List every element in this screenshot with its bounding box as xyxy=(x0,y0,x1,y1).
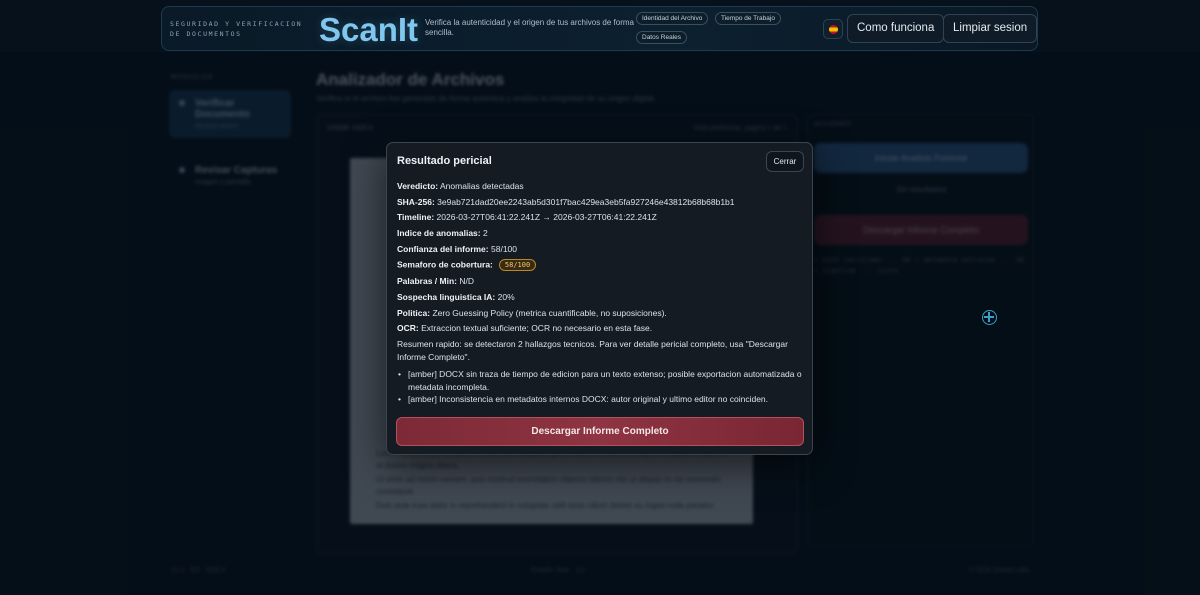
chip-work-time[interactable]: Tiempo de Trabajo xyxy=(715,12,781,25)
field-verdict: Veredicto: Anomalias detectadas xyxy=(397,181,805,191)
field-ai-suspicion: Sospecha linguistica IA: 20% xyxy=(397,292,805,302)
field-value: Anomalias detectadas xyxy=(440,181,524,191)
field-report-confidence: Confianza del informe: 58/100 xyxy=(397,244,805,254)
field-label: Veredicto: xyxy=(397,181,439,191)
how-it-works-button[interactable]: Como funciona xyxy=(847,14,945,43)
app-logo[interactable]: ScanIt xyxy=(319,11,418,49)
crosshair-icon[interactable] xyxy=(982,310,997,325)
field-timeline: Timeline: 2026-03-27T06:41:22.241Z → 202… xyxy=(397,212,805,222)
field-label: OCR: xyxy=(397,323,419,333)
field-label: Semaforo de cobertura: xyxy=(397,259,493,270)
language-flag-button[interactable] xyxy=(823,19,843,39)
field-anomaly-index: Indice de anomalias: 2 xyxy=(397,228,805,238)
summary-text: Resumen rapido: se detectaron 2 hallazgo… xyxy=(397,339,788,362)
field-policy: Politica: Zero Guessing Policy (metrica … xyxy=(397,308,805,318)
field-value: Zero Guessing Policy (metrica cuantifica… xyxy=(432,308,667,318)
field-value: 20% xyxy=(497,292,515,302)
app-header: SEGURIDAD Y VERIFICACION DE DOCUMENTOS S… xyxy=(161,6,1038,51)
modal-title: Resultado pericial xyxy=(397,155,492,167)
field-label: Palabras / Min: xyxy=(397,276,457,286)
field-words-per-minute: Palabras / Min: N/D xyxy=(397,276,805,286)
field-ocr: OCR: Extraccion textual suficiente; OCR … xyxy=(397,323,805,333)
field-value: N/D xyxy=(459,276,475,286)
finding-item: [amber] Inconsistencia en metadatos inte… xyxy=(398,393,804,406)
field-label: Indice de anomalias: xyxy=(397,228,481,238)
field-label: Timeline: xyxy=(397,212,435,222)
field-value: 58/100 xyxy=(491,244,517,254)
field-value: 2026-03-27T06:41:22.241Z → 2026-03-27T06… xyxy=(436,212,657,222)
field-label: SHA-256: xyxy=(397,197,435,207)
field-label: Confianza del informe: xyxy=(397,244,489,254)
download-report-button[interactable]: Descargar Informe Completo xyxy=(396,417,804,446)
field-sha256: SHA-256: 3e9ab721dad20ee2243ab5d301f7bac… xyxy=(397,197,805,207)
finding-item: [amber] DOCX sin traza de tiempo de edic… xyxy=(398,368,804,394)
field-value: 2 xyxy=(483,228,488,238)
clear-session-button[interactable]: Limpiar sesion xyxy=(943,14,1038,43)
spain-flag-icon xyxy=(828,24,838,34)
header-subtitle: Verifica la autenticidad y el origen de … xyxy=(425,18,635,37)
forensic-result-modal: Resultado pericial Cerrar Veredicto: Ano… xyxy=(386,142,813,455)
field-value: Extraccion textual suficiente; OCR no ne… xyxy=(421,323,653,333)
chip-file-identity[interactable]: Identidad del Archivo xyxy=(636,12,709,25)
field-value: 3e9ab721dad20ee2243ab5d301f7bac429ea3eb5… xyxy=(437,197,735,207)
coverage-badge: 58/100 xyxy=(498,259,537,271)
header-tagline: SEGURIDAD Y VERIFICACION DE DOCUMENTOS xyxy=(170,20,303,38)
close-button[interactable]: Cerrar xyxy=(766,151,804,172)
field-coverage-light: Semaforo de cobertura: 58/100 xyxy=(397,259,805,271)
chip-real-data[interactable]: Datos Reales xyxy=(636,31,688,44)
field-label: Politica: xyxy=(397,308,431,318)
field-label: Sospecha linguistica IA: xyxy=(397,292,496,302)
